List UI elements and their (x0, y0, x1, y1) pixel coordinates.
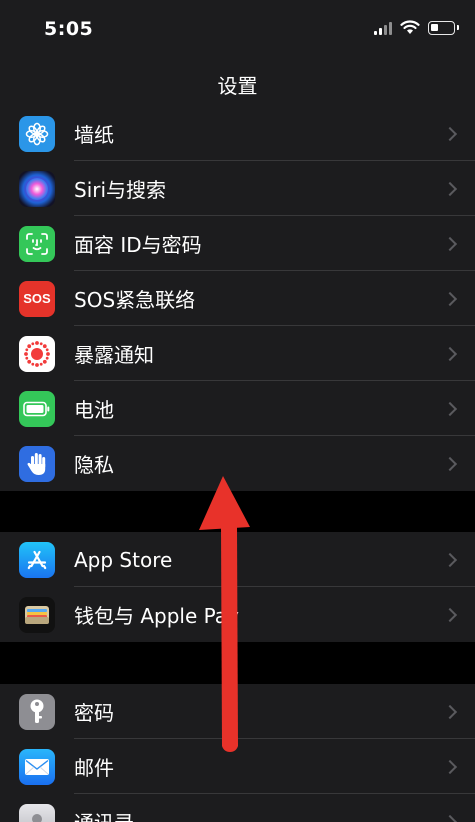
wallet-icon (19, 596, 55, 633)
settings-row-face-id[interactable]: 面容 ID与密码 (0, 216, 475, 271)
page-title: 设置 (217, 74, 258, 98)
face-id-icon (19, 225, 55, 262)
settings-row-label: 墙纸 (74, 123, 114, 147)
battery-status-icon (428, 20, 459, 35)
settings-row-label: 隐私 (74, 453, 114, 477)
chevron-right-icon (442, 401, 458, 416)
settings-row-wallpaper[interactable]: 墙纸 (0, 106, 475, 161)
cellular-signal-icon (374, 21, 392, 35)
settings-row-exposure-notifications[interactable]: 暴露通知 (0, 326, 475, 381)
settings-group-1: 墙纸 Siri与搜索 面容 ID与密码 SOS SOS紧急联络 暴露通知 电池 … (0, 106, 475, 491)
chevron-right-icon (442, 552, 458, 567)
chevron-right-icon (442, 704, 458, 719)
chevron-right-icon (442, 607, 458, 622)
status-bar: 5:05 (0, 0, 475, 58)
settings-row-label: SOS紧急联络 (74, 288, 196, 312)
settings-row-label: 通讯录 (74, 807, 134, 822)
chevron-right-icon (442, 346, 458, 361)
exposure-notification-icon (19, 335, 55, 372)
chevron-right-icon (442, 126, 458, 141)
siri-icon (19, 170, 55, 207)
sos-icon-label: SOS (23, 291, 51, 306)
status-time: 5:05 (44, 18, 94, 40)
settings-row-emergency-sos[interactable]: SOS SOS紧急联络 (0, 271, 475, 326)
settings-row-label: 邮件 (74, 756, 114, 780)
settings-row-app-store[interactable]: App Store (0, 532, 475, 587)
settings-row-wallet[interactable]: 钱包与 Apple Pay (0, 587, 475, 642)
wallpaper-icon (19, 115, 55, 152)
settings-row-label: Siri与搜索 (74, 178, 167, 202)
settings-row-label: 密码 (74, 701, 114, 725)
settings-row-privacy[interactable]: 隐私 (0, 436, 475, 491)
settings-row-label: 暴露通知 (74, 343, 154, 367)
sos-icon: SOS (19, 280, 55, 317)
settings-row-label: 面容 ID与密码 (74, 233, 202, 257)
chevron-right-icon (442, 814, 458, 822)
chevron-right-icon (442, 759, 458, 774)
status-icons (374, 20, 459, 35)
settings-row-mail[interactable]: 邮件 (0, 739, 475, 794)
settings-row-passwords[interactable]: 密码 (0, 684, 475, 739)
settings-row-battery[interactable]: 电池 (0, 381, 475, 436)
app-store-icon (19, 541, 55, 578)
settings-row-label: App Store (74, 547, 173, 572)
settings-row-label: 电池 (74, 398, 114, 422)
chevron-right-icon (442, 181, 458, 196)
battery-icon (19, 390, 55, 427)
contacts-icon (19, 803, 55, 822)
settings-row-siri[interactable]: Siri与搜索 (0, 161, 475, 216)
settings-group-2: App Store 钱包与 Apple Pay (0, 532, 475, 642)
chevron-right-icon (442, 456, 458, 471)
settings-row-contacts[interactable]: 通讯录 (0, 794, 475, 822)
privacy-hand-icon (19, 445, 55, 482)
navigation-bar: 设置 (0, 58, 475, 112)
key-icon (19, 693, 55, 730)
chevron-right-icon (442, 236, 458, 251)
wifi-icon (400, 20, 420, 34)
settings-row-label: 钱包与 Apple Pay (74, 604, 239, 628)
mail-icon (19, 748, 55, 785)
settings-group-3: 密码 邮件 通讯录 (0, 684, 475, 822)
chevron-right-icon (442, 291, 458, 306)
